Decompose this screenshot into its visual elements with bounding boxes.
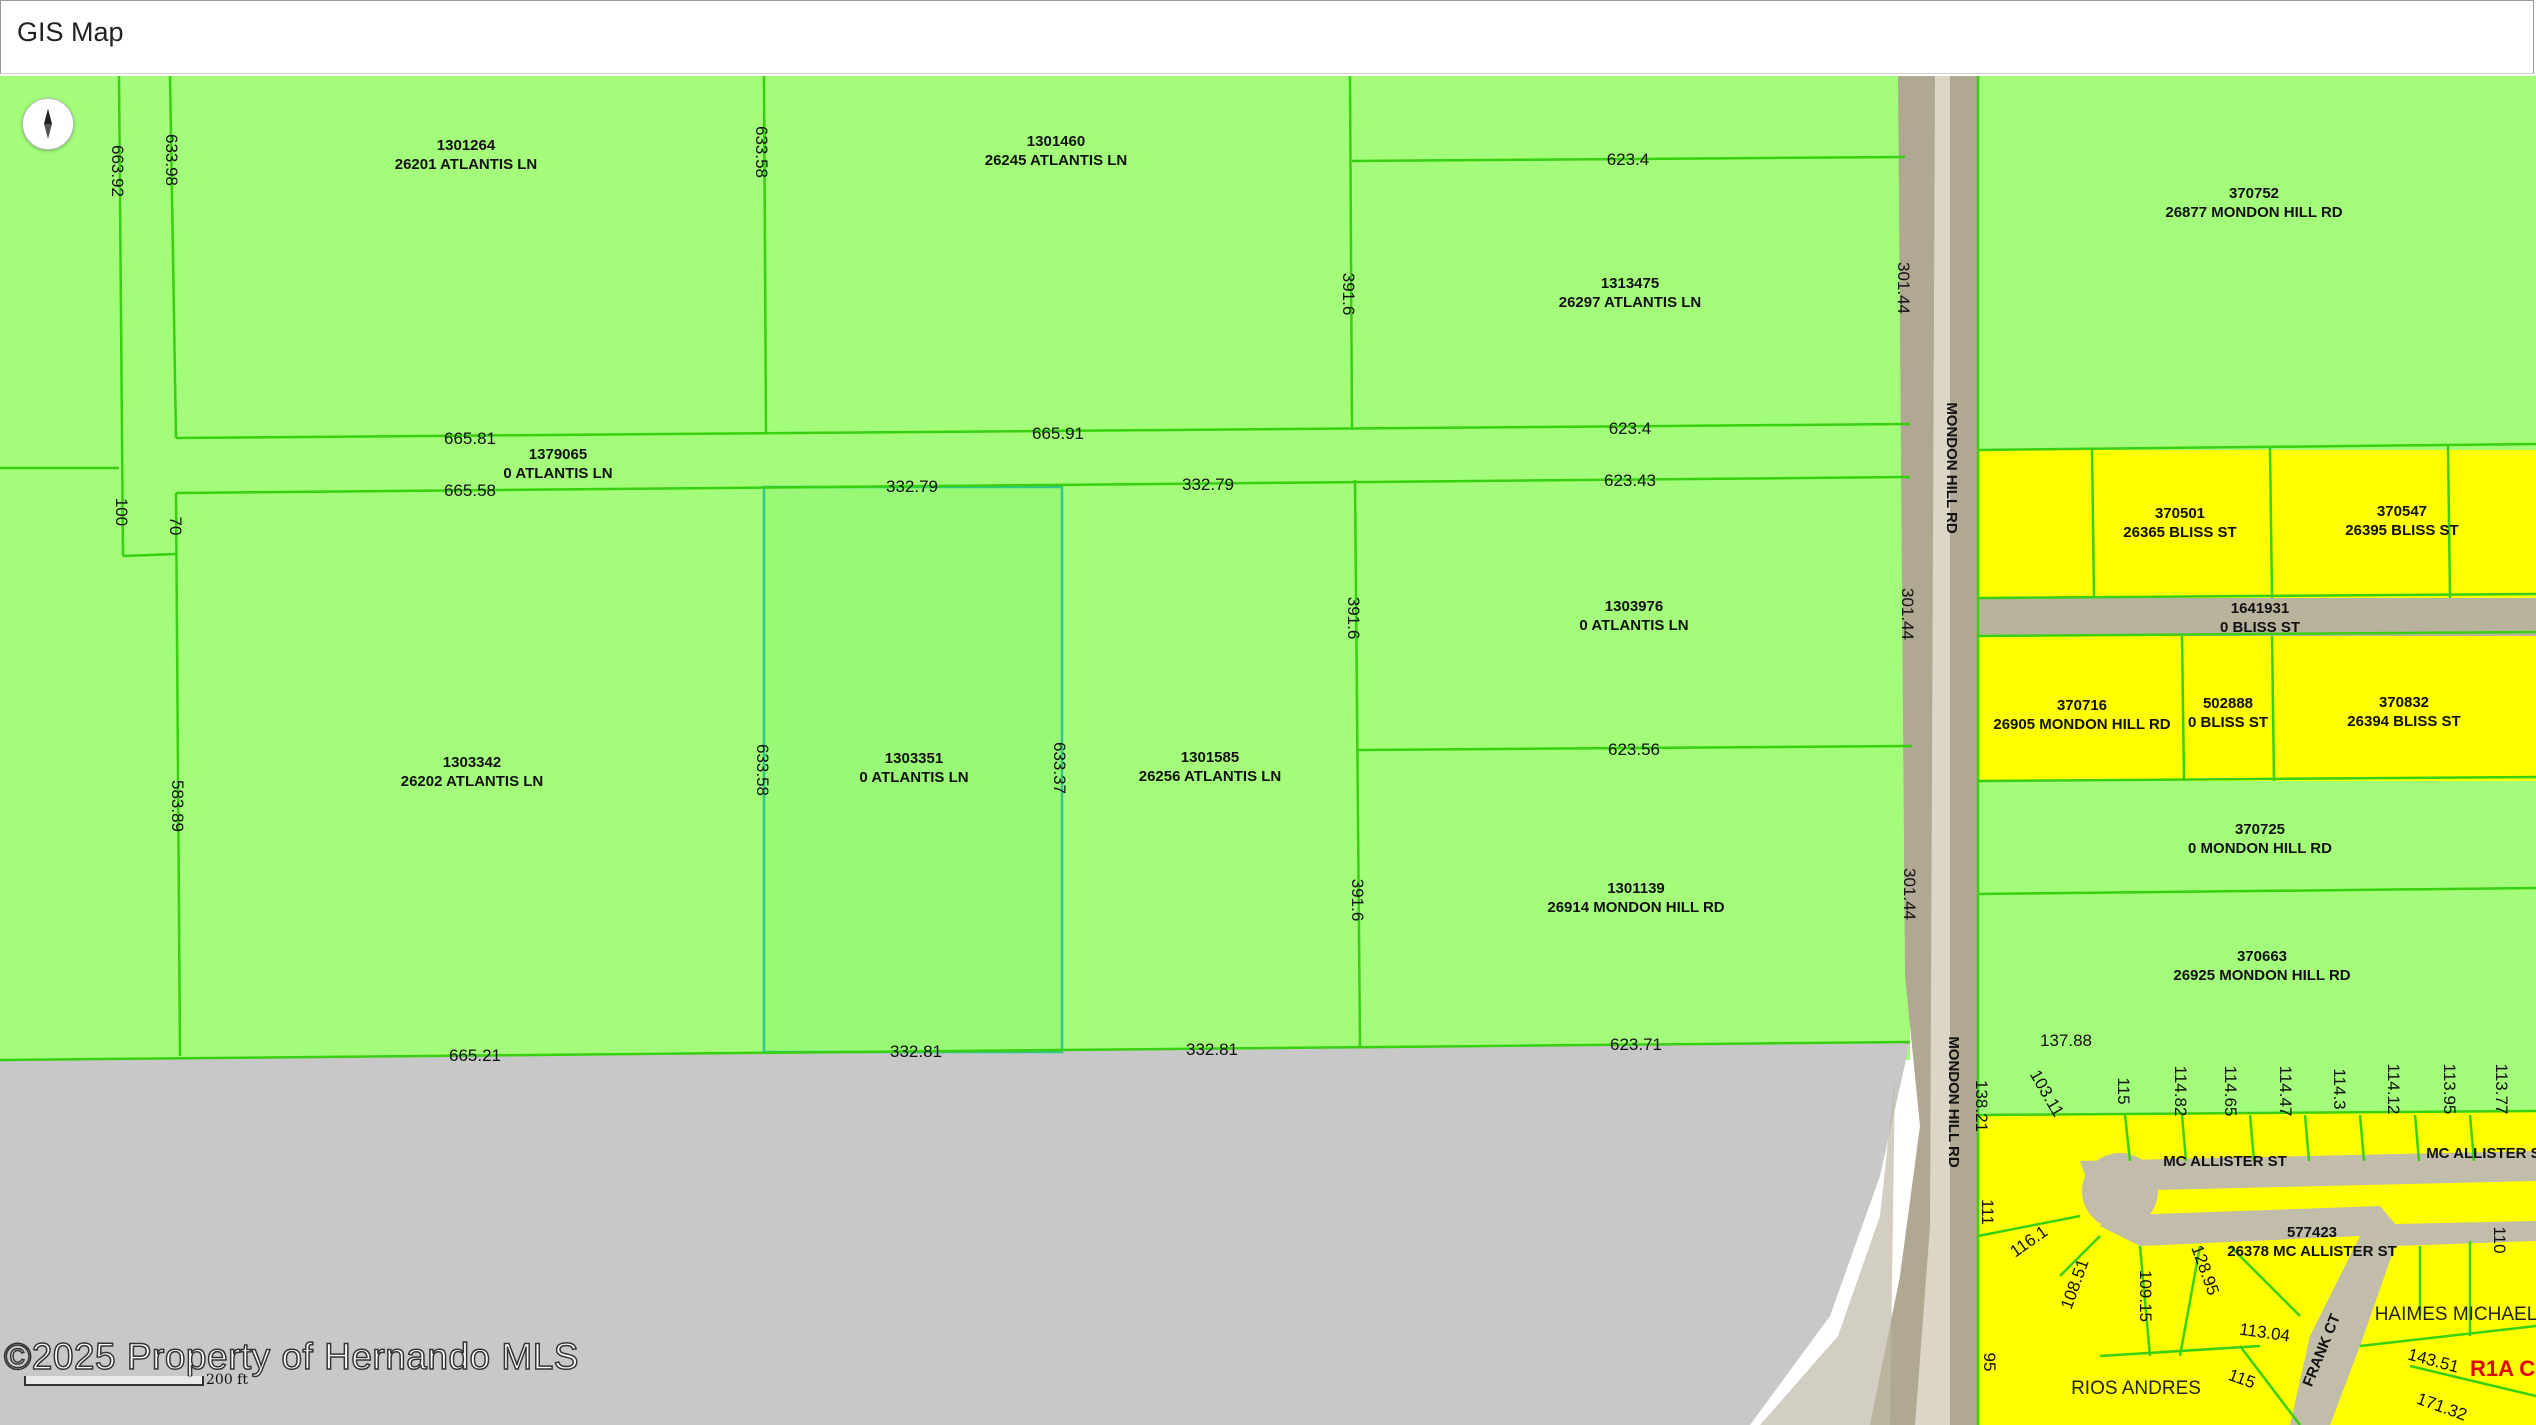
dimension-label: 332.81 — [890, 1042, 942, 1061]
dimension-label: 663.92 — [108, 145, 127, 197]
parcel-id[interactable]: 1303351 — [885, 750, 943, 767]
parcel-id[interactable]: 1301585 — [1181, 749, 1239, 766]
dimension-label: 665.81 — [444, 429, 496, 448]
dimension-label: 633.98 — [162, 134, 181, 186]
parcel-id[interactable]: 1641931 — [2231, 600, 2289, 617]
dimension-label: 114.82 — [2171, 1066, 2190, 1117]
page-title: GIS Map — [17, 17, 124, 47]
parcel-address: 26202 ATLANTIS LN — [401, 773, 544, 790]
dimension-label: 623.56 — [1608, 740, 1660, 759]
dimension-label: 623.4 — [1609, 419, 1652, 438]
dimension-label: 665.91 — [1032, 424, 1084, 443]
parcel-address: 26914 MONDON HILL RD — [1547, 899, 1724, 916]
dimension-label: 332.79 — [1182, 475, 1234, 494]
dimension-label: 100 — [112, 498, 131, 526]
compass-button[interactable] — [22, 98, 74, 150]
watermark: ©2025 Property of Hernando MLS — [3, 1335, 579, 1378]
parcel-id[interactable]: 1301139 — [1607, 880, 1665, 897]
parcel-id[interactable]: 502888 — [2203, 695, 2253, 712]
dimension-label: 301.44 — [1900, 868, 1919, 920]
parcel-id[interactable]: 577423 — [2287, 1224, 2337, 1241]
parcel-address: 0 BLISS ST — [2220, 619, 2300, 636]
dimension-label: 665.21 — [449, 1046, 501, 1065]
parcel-address: 26394 BLISS ST — [2347, 713, 2460, 730]
parcel-address: 0 BLISS ST — [2188, 714, 2268, 731]
dimension-label: 70 — [166, 517, 185, 536]
zone-label: R1A C — [2470, 1356, 2535, 1381]
dimension-label: 623.71 — [1610, 1035, 1662, 1054]
owner-label: HAIMES MICHAEL — [2375, 1304, 2536, 1325]
dimension-label: 633.58 — [753, 744, 772, 796]
parcel-id[interactable]: 370752 — [2229, 185, 2279, 202]
parcel-address: 0 ATLANTIS LN — [859, 769, 968, 786]
owner-label: RIOS ANDRES — [2071, 1378, 2201, 1399]
parcel-address: 0 ATLANTIS LN — [1579, 617, 1688, 634]
dimension-label: 332.81 — [1186, 1040, 1238, 1059]
dimension-label: 111 — [1978, 1199, 1997, 1225]
parcel-address: 26245 ATLANTIS LN — [985, 152, 1128, 169]
parcel-address: 26925 MONDON HILL RD — [2173, 967, 2350, 984]
dimension-label: 114.12 — [2384, 1064, 2403, 1115]
scale-label: 200 ft — [206, 1372, 248, 1388]
parcel-id[interactable]: 1301264 — [437, 137, 496, 154]
dimension-label: 115 — [2114, 1077, 2133, 1104]
dimension-label: 583.89 — [168, 780, 187, 832]
parcel-id[interactable]: 370501 — [2155, 505, 2205, 522]
parcel-address: 26378 MC ALLISTER ST — [2227, 1243, 2396, 1260]
parcel-address: 26201 ATLANTIS LN — [395, 156, 538, 173]
dimension-label: 332.79 — [886, 477, 938, 496]
dimension-label: 137.88 — [2040, 1031, 2092, 1050]
compass-icon — [44, 109, 52, 139]
dimension-label: 95 — [1980, 1353, 1999, 1372]
dimension-label: 633.37 — [1050, 742, 1069, 794]
gis-map[interactable]: 1301264 26201 ATLANTIS LN 1301460 26245 … — [0, 76, 2536, 1425]
parcel-id[interactable]: 1379065 — [529, 446, 587, 463]
parcel-address: 26877 MONDON HILL RD — [2165, 204, 2342, 221]
dimension-label: 114.47 — [2276, 1066, 2295, 1117]
dimension-label: 113.95 — [2440, 1064, 2459, 1115]
dimension-label: 301.44 — [1898, 588, 1917, 640]
dimension-label: 391.6 — [1344, 597, 1363, 640]
road-label-mc-allister: MC ALLISTER ST — [2163, 1153, 2287, 1170]
parcel-id[interactable]: 370547 — [2377, 503, 2427, 520]
road-label-mc-allister: MC ALLISTER ST — [2426, 1145, 2536, 1162]
agricultural-zone-east — [1978, 76, 2536, 450]
dimension-label: 623.43 — [1604, 471, 1656, 490]
dimension-label: 665.58 — [444, 481, 496, 500]
parcel-id[interactable]: 370663 — [2237, 948, 2287, 965]
parcel-id[interactable]: 1303976 — [1605, 598, 1663, 615]
dimension-label: 633.58 — [752, 126, 771, 178]
dimension-label: 138.21 — [1972, 1080, 1991, 1132]
parcel-id[interactable]: 370832 — [2379, 694, 2429, 711]
dimension-label: 114.3 — [2330, 1068, 2349, 1109]
dimension-label: 623.4 — [1607, 150, 1650, 169]
road-label-mondon-hill: MONDON HILL RD — [1943, 402, 1960, 534]
parcel-address: 26297 ATLANTIS LN — [1559, 294, 1702, 311]
scale-bar-line — [24, 1376, 204, 1386]
dimension-label: 301.44 — [1894, 262, 1913, 314]
parcel-id[interactable]: 1301460 — [1027, 133, 1085, 150]
dimension-label: 391.6 — [1348, 879, 1367, 922]
parcel-id[interactable]: 370716 — [2057, 697, 2107, 714]
dimension-label: 113.77 — [2492, 1064, 2511, 1115]
parcel-address: 26256 ATLANTIS LN — [1139, 768, 1282, 785]
app-header: GIS Map — [0, 0, 2534, 74]
dimension-label: 391.6 — [1339, 273, 1358, 316]
dimension-label: 114.65 — [2221, 1066, 2240, 1117]
dimension-label: 109.15 — [2136, 1270, 2155, 1322]
dimension-label: 110 — [2490, 1226, 2509, 1253]
parcel-address: 26395 BLISS ST — [2345, 522, 2458, 539]
road-label-mondon-hill: MONDON HILL RD — [1945, 1036, 1962, 1168]
parcel-id[interactable]: 370725 — [2235, 821, 2285, 838]
parcel-address: 26365 BLISS ST — [2123, 524, 2236, 541]
parcel-id[interactable]: 1313475 — [1601, 275, 1659, 292]
parcel-address: 26905 MONDON HILL RD — [1993, 716, 2170, 733]
parcel-id[interactable]: 1303342 — [443, 754, 501, 771]
parcel-address: 0 ATLANTIS LN — [503, 465, 612, 482]
parcel-address: 0 MONDON HILL RD — [2188, 840, 2332, 857]
